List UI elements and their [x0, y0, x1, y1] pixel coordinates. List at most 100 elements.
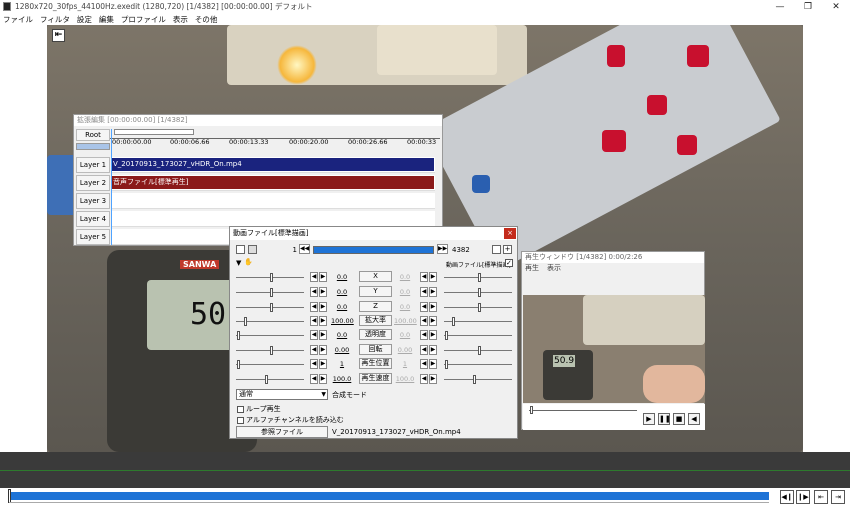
param-button-z[interactable]: Z [359, 301, 392, 312]
param-value-end[interactable]: 0.0 [394, 288, 416, 296]
next-keyframe-icon[interactable]: ❙▶ [796, 490, 810, 504]
param-button-opacity[interactable]: 透明度 [359, 329, 392, 340]
param-value-end[interactable]: 1 [394, 360, 416, 368]
decrement-button[interactable]: ◀ [310, 272, 318, 282]
decrement-button[interactable]: ◀ [420, 302, 428, 312]
param-value-start[interactable]: 0.0 [331, 288, 353, 296]
slider-thumb[interactable] [265, 375, 268, 384]
increment-button[interactable]: ▶ [429, 374, 437, 384]
playhead[interactable] [111, 129, 112, 245]
param-button-scale[interactable]: 拡大率 [359, 315, 392, 326]
decrement-button[interactable]: ◀ [420, 345, 428, 355]
param-value-start[interactable]: 100.0 [331, 375, 353, 383]
slider-thumb[interactable] [445, 331, 448, 340]
enable-checkbox[interactable]: ✓ [505, 259, 513, 267]
preview-menu-play[interactable]: 再生 [525, 263, 539, 274]
param-button-playpos[interactable]: 再生位置 [359, 358, 392, 369]
menu-edit[interactable]: 編集 [99, 14, 114, 25]
menu-settings[interactable]: 設定 [77, 14, 92, 25]
decrement-button[interactable]: ◀ [420, 272, 428, 282]
prev-frame-button[interactable]: ◀◀ [299, 244, 310, 254]
add-filter-icon[interactable]: + [503, 245, 512, 254]
decrement-button[interactable]: ◀ [310, 287, 318, 297]
root-button[interactable]: Root [76, 129, 110, 141]
layer-label[interactable]: Layer 4 [76, 211, 110, 227]
param-value-start[interactable]: 0.00 [331, 346, 353, 354]
slider-thumb[interactable] [478, 273, 481, 282]
maximize-button[interactable]: ❐ [794, 2, 822, 12]
frame-end-icon[interactable] [248, 245, 257, 254]
slider-thumb[interactable] [270, 346, 273, 355]
param-value-start[interactable]: 0.0 [331, 303, 353, 311]
next-frame-button[interactable]: ▶▶ [437, 244, 448, 254]
decrement-button[interactable]: ◀ [420, 316, 428, 326]
decrement-button[interactable]: ◀ [310, 302, 318, 312]
layer-label[interactable]: Layer 1 [76, 157, 110, 173]
slider-thumb[interactable] [270, 303, 273, 312]
increment-button[interactable]: ▶ [429, 272, 437, 282]
minimize-button[interactable]: — [766, 2, 794, 12]
close-button[interactable]: ✕ [822, 2, 850, 12]
increment-button[interactable]: ▶ [319, 374, 327, 384]
increment-button[interactable]: ▶ [319, 359, 327, 369]
layer-label[interactable]: Layer 2 [76, 175, 110, 191]
decrement-button[interactable]: ◀ [420, 330, 428, 340]
slider-thumb[interactable] [473, 375, 476, 384]
decrement-button[interactable]: ◀ [310, 359, 318, 369]
preview-menu-view[interactable]: 表示 [547, 263, 561, 274]
increment-button[interactable]: ▶ [319, 302, 327, 312]
param-value-end[interactable]: 100.0 [394, 375, 416, 383]
frame-range-bar[interactable] [313, 246, 434, 254]
loop-checkbox[interactable] [237, 405, 244, 413]
slider-thumb[interactable] [270, 288, 273, 297]
layer-label[interactable]: Layer 3 [76, 193, 110, 209]
seek-bar[interactable] [9, 492, 770, 500]
increment-button[interactable]: ▶ [429, 316, 437, 326]
pause-icon[interactable]: ❚❚ [658, 413, 671, 425]
increment-button[interactable]: ▶ [319, 287, 327, 297]
slider-thumb[interactable] [237, 360, 240, 369]
menu-filter[interactable]: フィルタ [40, 14, 70, 25]
volume-icon[interactable]: ◀ [688, 413, 700, 425]
alpha-checkbox[interactable] [237, 416, 244, 424]
decrement-button[interactable]: ◀ [310, 316, 318, 326]
back-icon[interactable]: ⇤ [52, 29, 65, 42]
collapse-icon[interactable]: ▼ [236, 259, 241, 267]
param-button-speed[interactable]: 再生速度 [359, 373, 392, 384]
layer-label[interactable]: Layer 5 [76, 229, 110, 245]
decrement-button[interactable]: ◀ [420, 287, 428, 297]
video-clip[interactable]: V_20170913_173027_vHDR_On.mp4 [111, 158, 434, 171]
browse-file-button[interactable]: 参照ファイル [236, 426, 328, 438]
decrement-button[interactable]: ◀ [310, 374, 318, 384]
menu-other[interactable]: その他 [195, 14, 218, 25]
menu-file[interactable]: ファイル [3, 14, 33, 25]
param-value-start[interactable]: 1 [331, 360, 353, 368]
slider-thumb[interactable] [478, 303, 481, 312]
slider-thumb[interactable] [445, 360, 448, 369]
seek-thumb[interactable] [8, 489, 11, 503]
prev-keyframe-icon[interactable]: ◀❙ [780, 490, 794, 504]
layer-track[interactable]: V_20170913_173027_vHDR_On.mp4 [111, 157, 435, 173]
param-value-end[interactable]: 100.00 [394, 317, 417, 325]
layer-track[interactable] [111, 193, 435, 209]
param-value-end[interactable]: 0.0 [394, 303, 416, 311]
decrement-button[interactable]: ◀ [420, 359, 428, 369]
increment-button[interactable]: ▶ [429, 302, 437, 312]
param-value-start[interactable]: 0.0 [331, 331, 353, 339]
play-icon[interactable]: ▶ [643, 413, 655, 425]
layer-track[interactable] [111, 211, 435, 227]
increment-button[interactable]: ▶ [429, 287, 437, 297]
blend-mode-select[interactable]: 通常 ▼ [236, 389, 328, 400]
decrement-button[interactable]: ◀ [310, 330, 318, 340]
go-end-icon[interactable]: ⇥ [831, 490, 845, 504]
slider-thumb[interactable] [244, 317, 247, 326]
increment-button[interactable]: ▶ [319, 330, 327, 340]
audio-clip[interactable]: 音声ファイル[標準再生] [111, 176, 434, 189]
param-value-end[interactable]: 0.0 [394, 331, 416, 339]
link-icon[interactable] [492, 245, 501, 254]
timeline-scroll[interactable] [114, 129, 194, 135]
stop-icon[interactable]: ■ [673, 413, 685, 425]
param-value-start[interactable]: 0.0 [331, 273, 353, 281]
preview-seek-thumb[interactable] [530, 406, 533, 414]
preview-seek[interactable] [529, 410, 637, 411]
